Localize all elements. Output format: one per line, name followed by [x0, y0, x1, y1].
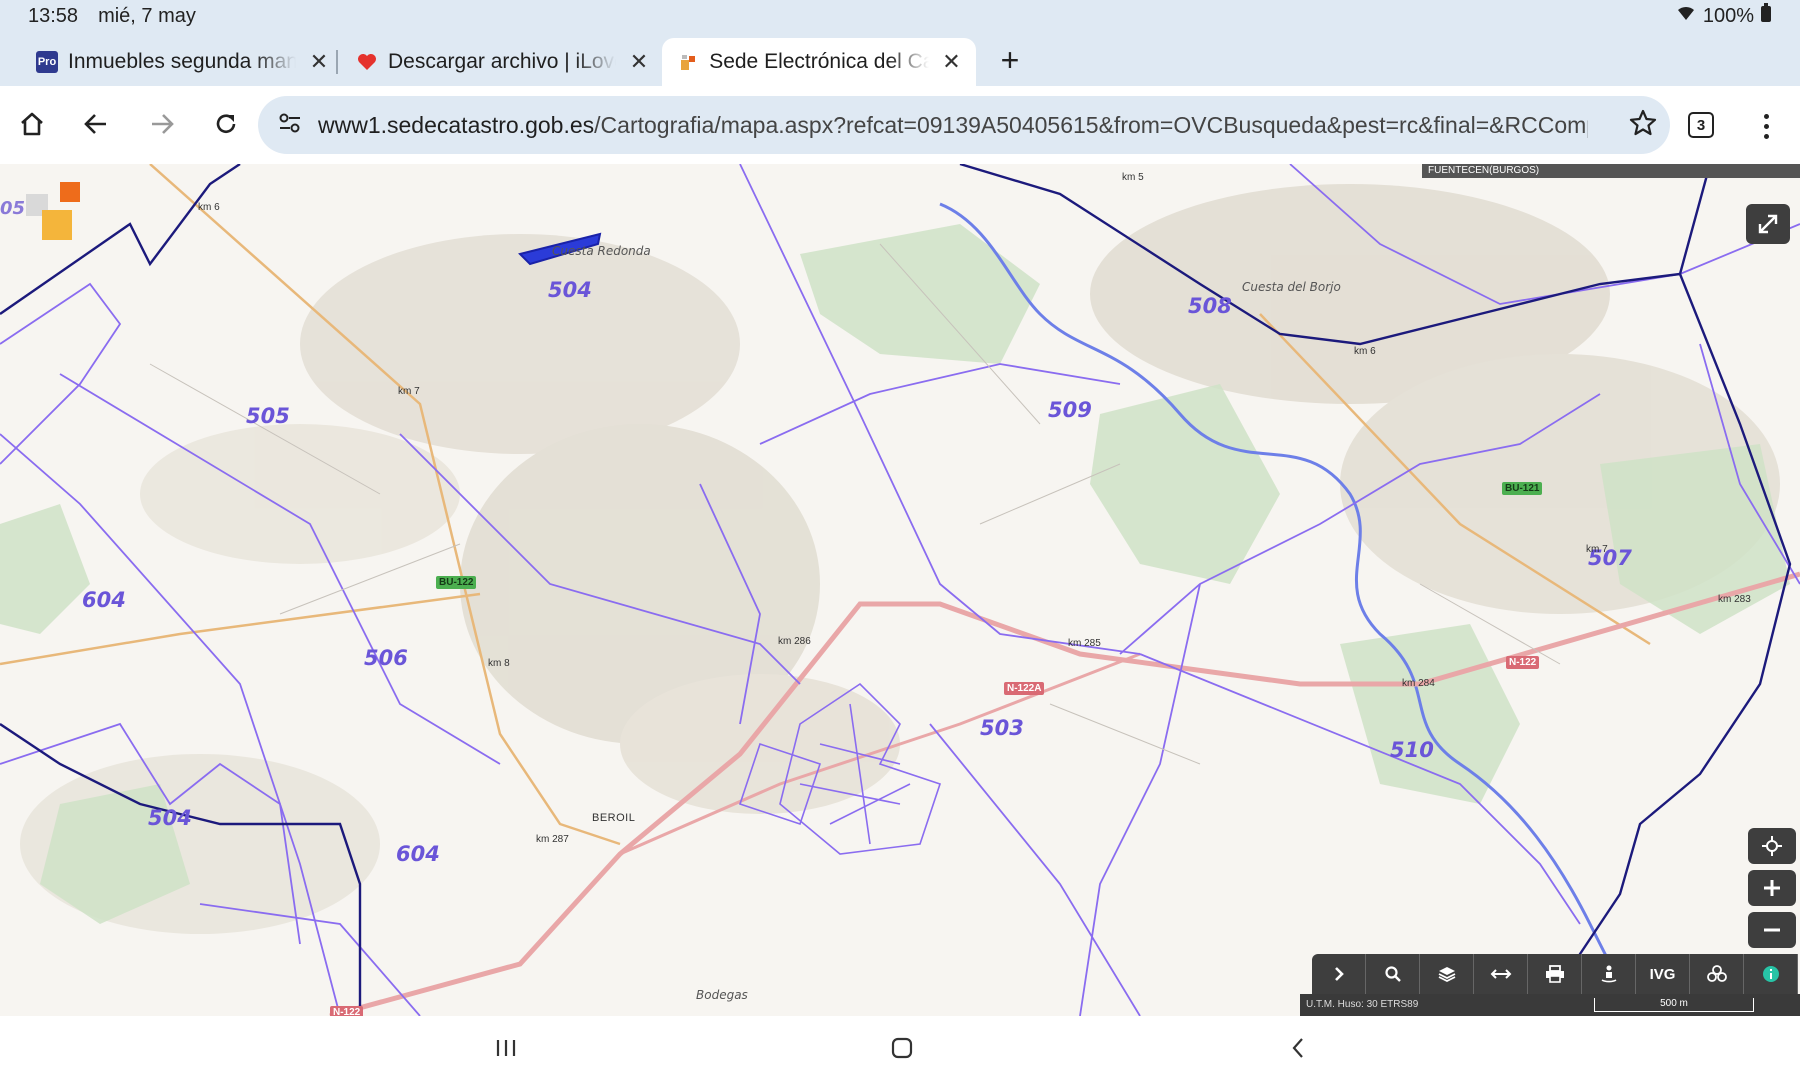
battery-icon [1760, 3, 1772, 29]
back-nav-icon[interactable] [1278, 1032, 1318, 1064]
home-icon [21, 112, 43, 136]
back-button[interactable] [74, 102, 118, 146]
km-label: km 284 [1402, 678, 1435, 689]
menu-icon[interactable] [1756, 106, 1776, 146]
polygon-label: 509 [1048, 398, 1092, 422]
zoom-in-button[interactable] [1748, 870, 1796, 906]
home-button[interactable] [10, 102, 54, 146]
map-toolbar: IVG [1312, 954, 1798, 994]
street-view-icon[interactable] [1582, 954, 1636, 994]
polygon-label: 504 [548, 278, 592, 302]
status-bar: 13:58 mié, 7 may 100% [0, 0, 1800, 32]
site-settings-icon[interactable] [278, 112, 302, 139]
zoom-out-button[interactable] [1748, 912, 1796, 948]
corner-polygon-label: 05 [0, 198, 26, 219]
measure-icon[interactable] [1474, 954, 1528, 994]
crosshair-icon [1762, 836, 1782, 856]
tab-divider [336, 50, 338, 74]
tab-title: Sede Electrónica del Catastro [709, 50, 929, 73]
polygon-label: 508 [1188, 294, 1232, 318]
system-nav-bar [0, 1016, 1800, 1080]
km-label: km 6 [198, 202, 220, 213]
reload-button[interactable] [204, 102, 248, 146]
tab-catastro[interactable]: Sede Electrónica del Catastro ✕ [662, 38, 976, 86]
km-label: km 285 [1068, 638, 1101, 649]
polygon-label: 506 [364, 646, 408, 670]
url-path: /Cartografia/mapa.aspx?refcat=09139A5040… [594, 111, 1588, 138]
place-name: Cuesta del Borjo [1242, 280, 1341, 294]
map-view[interactable]: 05 504 505 506 604 504 604 509 508 507 5… [0, 164, 1800, 1016]
catastro-logo [20, 182, 84, 242]
road-badge: BU-121 [1502, 482, 1543, 495]
tab-title: Descargar archivo | iLovePDF [388, 50, 616, 73]
minus-icon [1764, 928, 1780, 932]
km-label: km 5 [1122, 172, 1144, 183]
road-badge: BU-122 [436, 576, 477, 589]
heart-icon [356, 51, 378, 73]
km-label: km 7 [1586, 544, 1608, 555]
km-label: km 6 [1354, 346, 1376, 357]
wifi-icon [1675, 4, 1697, 28]
road-badge: N-122 [1506, 656, 1540, 669]
km-label: km 8 [488, 658, 510, 669]
search-icon[interactable] [1366, 954, 1420, 994]
forward-button[interactable] [140, 102, 184, 146]
road-badge: N-122A [1004, 682, 1045, 695]
km-label: km 286 [778, 636, 811, 647]
polygon-label: 510 [1390, 738, 1434, 762]
km-label: km 283 [1718, 594, 1751, 605]
bookmark-star-icon[interactable] [1628, 108, 1658, 143]
address-bar[interactable]: www1.sedecatastro.gob.es/Cartografia/map… [258, 96, 1670, 154]
arrow-left-icon [84, 114, 106, 134]
polygon-label: 503 [980, 716, 1024, 740]
tab-inmuebles[interactable]: Pro Inmuebles segunda mano ✕ [20, 38, 344, 86]
km-label: km 287 [536, 834, 569, 845]
battery-level: 100% [1702, 4, 1754, 27]
url-host: www1.sedecatastro.gob.es [318, 111, 595, 138]
km-label: km 7 [398, 386, 420, 397]
polygon-label: 505 [246, 404, 290, 428]
status-date: mié, 7 may [98, 4, 196, 27]
polygon-label: 604 [82, 588, 126, 612]
close-icon[interactable]: ✕ [628, 49, 650, 75]
browser-toolbar: www1.sedecatastro.gob.es/Cartografia/map… [0, 86, 1800, 164]
locate-button[interactable] [1748, 828, 1796, 864]
municipality-banner: FUENTECEN(BURGOS) [1422, 164, 1800, 178]
recent-apps-icon[interactable] [486, 1032, 526, 1064]
status-right: 100% [1675, 3, 1772, 29]
place-name: Cuesta Redonda [552, 244, 651, 258]
tab-switcher-button[interactable]: 3 [1688, 112, 1714, 138]
new-tab-button[interactable]: + [990, 42, 1030, 79]
pro-favicon-icon: Pro [36, 51, 58, 73]
scale-bar: 500 m [1594, 998, 1754, 1012]
place-name: Bodegas [696, 988, 748, 1002]
polygon-label: 504 [148, 806, 192, 830]
catastro-icon [678, 51, 699, 73]
close-icon[interactable]: ✕ [941, 49, 962, 75]
road-badge: N-122 [330, 1006, 364, 1016]
layers-icon[interactable] [1420, 954, 1474, 994]
fullscreen-button[interactable] [1746, 204, 1790, 244]
expand-icon [1758, 214, 1778, 234]
tab-strip: Pro Inmuebles segunda mano ✕ Descargar a… [0, 32, 1800, 86]
print-icon[interactable] [1528, 954, 1582, 994]
share-icon[interactable] [1690, 954, 1744, 994]
close-icon[interactable]: ✕ [308, 49, 330, 75]
info-icon[interactable] [1744, 954, 1798, 994]
home-nav-icon[interactable] [882, 1032, 922, 1064]
chevron-right-icon[interactable] [1312, 954, 1366, 994]
ivg-button[interactable]: IVG [1636, 954, 1690, 994]
town-name: BEROIL [592, 812, 636, 824]
status-time: 13:58 [28, 4, 79, 27]
tab-title: Inmuebles segunda mano [68, 50, 296, 73]
plus-icon [1764, 880, 1780, 896]
map-canvas[interactable] [0, 164, 1800, 1016]
arrow-right-icon [152, 114, 174, 134]
reload-icon [216, 114, 236, 133]
url-text: www1.sedecatastro.gob.es/Cartografia/map… [318, 112, 1588, 139]
tab-ilovepdf[interactable]: Descargar archivo | iLovePDF ✕ [340, 38, 664, 86]
polygon-label: 604 [396, 842, 440, 866]
